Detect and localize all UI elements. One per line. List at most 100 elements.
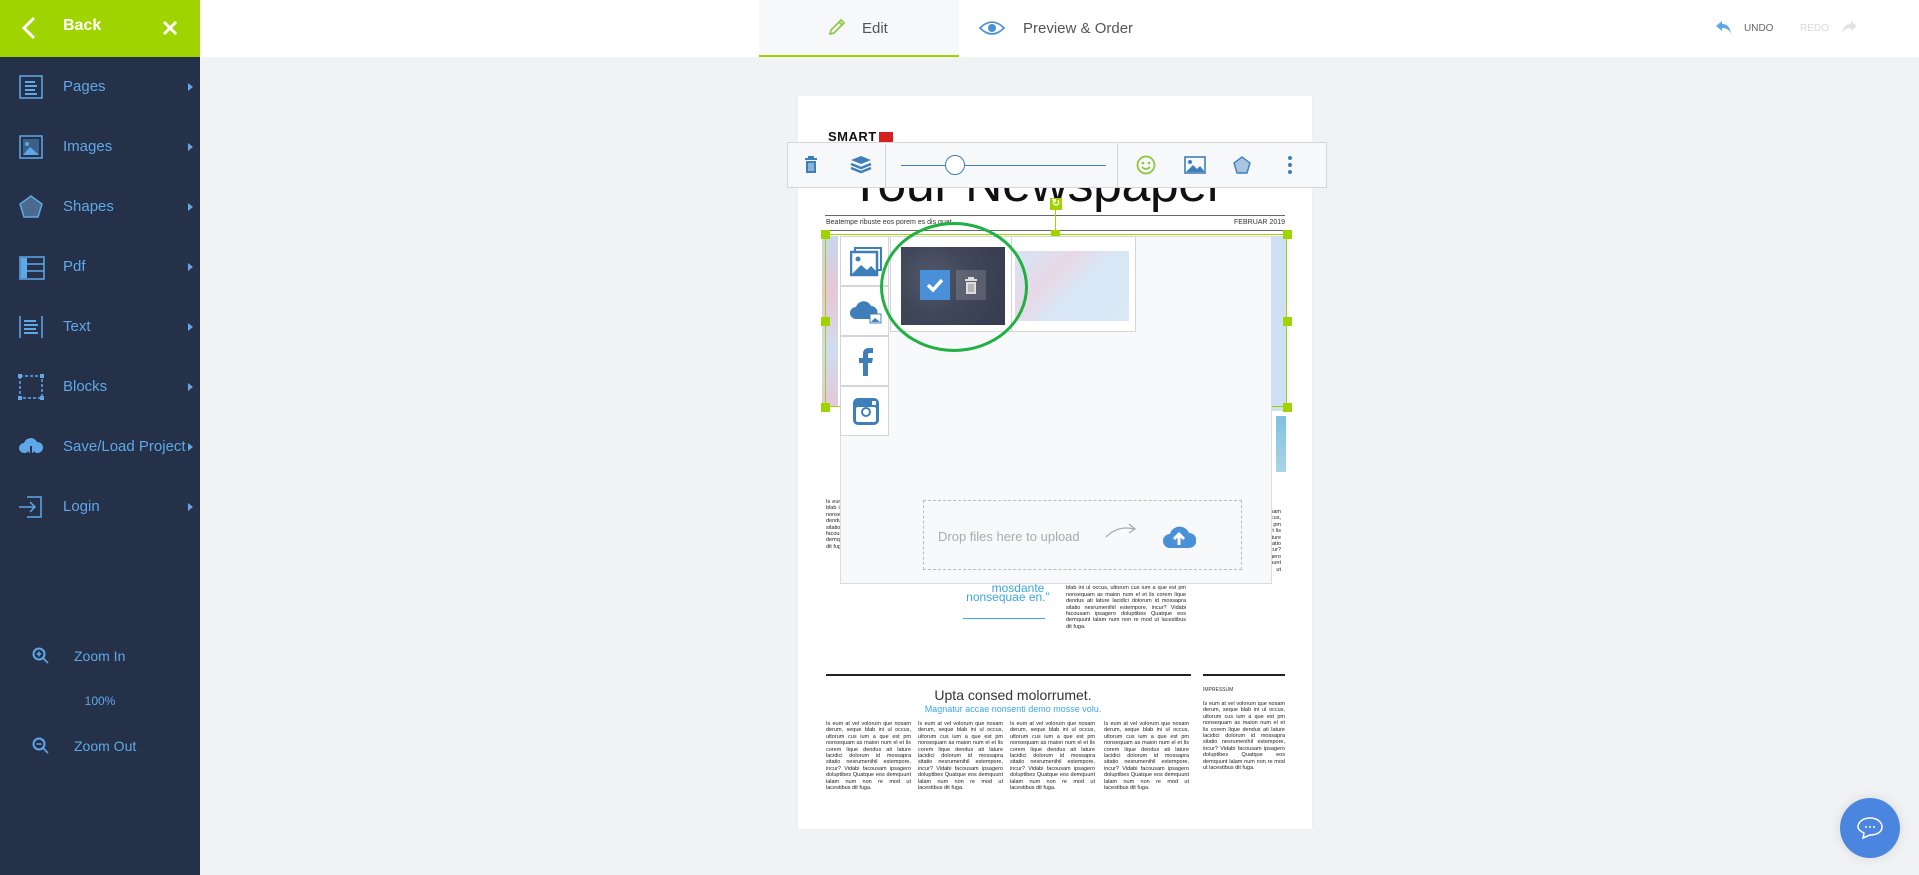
kebab-menu-icon	[1288, 156, 1292, 174]
resize-handle-e[interactable]	[1283, 317, 1292, 326]
zoom-in-label: Zoom In	[74, 648, 126, 664]
thumbnail-overlay	[901, 247, 1005, 325]
rotate-handle[interactable]: ↻	[1050, 198, 1062, 210]
blocks-icon	[18, 374, 44, 400]
facebook-source-tab[interactable]	[840, 336, 889, 386]
thumbnail-divider	[1011, 237, 1012, 331]
image-icon	[1184, 156, 1206, 174]
undo-icon	[1716, 21, 1731, 34]
impressum-title[interactable]: IMPRESSUM	[1203, 687, 1233, 693]
layers-icon	[850, 156, 872, 174]
size-slider-track[interactable]	[901, 165, 1106, 166]
resize-handle-w[interactable]	[821, 317, 830, 326]
section-rule	[826, 674, 1191, 676]
article-column[interactable]: Is eum at vel volorum que nosam derum, s…	[826, 721, 911, 791]
select-image-button[interactable]	[920, 270, 950, 300]
section-subtitle[interactable]: Magnatur accae nonsenti demo mosse volu.	[828, 704, 1198, 714]
layers-button[interactable]	[836, 143, 884, 187]
sidebar-item-blocks[interactable]: Blocks	[0, 363, 200, 411]
tab-label: Preview & Order	[1023, 20, 1134, 37]
cloud-image-icon	[850, 301, 882, 324]
zoom-in-icon	[32, 647, 49, 664]
caret-right-icon	[188, 503, 193, 511]
sidebar-item-label: Shapes	[63, 198, 114, 215]
login-icon	[19, 496, 42, 518]
instagram-source-tab[interactable]	[840, 386, 889, 436]
tab-preview-order[interactable]: Preview & Order	[959, 0, 1159, 57]
rotate-connector	[1055, 210, 1056, 234]
more-options-button[interactable]	[1266, 143, 1314, 187]
caret-right-icon	[188, 203, 193, 211]
close-icon[interactable]	[160, 18, 180, 38]
zoom-out-button[interactable]: Zoom Out	[0, 731, 200, 761]
newspaper-date[interactable]: FEBRUAR 2019	[1234, 219, 1285, 226]
gallery-source-tab[interactable]	[840, 236, 889, 286]
emoji-button[interactable]	[1122, 143, 1170, 187]
pages-icon	[19, 75, 43, 99]
sidebar-item-login[interactable]: Login	[0, 483, 200, 531]
size-slider-thumb[interactable]	[945, 155, 965, 175]
caret-right-icon	[188, 323, 193, 331]
sidebar-item-save-load-project[interactable]: Save/Load Project	[0, 423, 200, 471]
back-button[interactable]: Back	[0, 0, 200, 57]
tab-edit[interactable]: Edit	[759, 0, 959, 57]
impressum-text[interactable]: Is eum at vel volorum que nosam derum, s…	[1203, 701, 1285, 787]
pdf-icon	[19, 256, 45, 280]
zoom-level: 100%	[84, 694, 116, 708]
undo-label: UNDO	[1744, 23, 1774, 34]
caret-right-icon	[188, 383, 193, 391]
pull-quote-line2[interactable]: nonsequae en."	[958, 589, 1058, 605]
upload-source-tab[interactable]	[840, 286, 889, 336]
resize-handle-se[interactable]	[1283, 403, 1292, 412]
article-column[interactable]: Is eum at vel volorum que nosam derum, s…	[918, 721, 1003, 791]
thumbnail-cherry-blossom-dark[interactable]	[901, 247, 1005, 325]
resize-handle-sw[interactable]	[821, 403, 830, 412]
element-toolbar	[787, 142, 1327, 188]
facebook-icon	[859, 348, 873, 376]
sidebar-item-label: Images	[63, 138, 113, 155]
text-icon	[19, 316, 43, 338]
cloud-upload-icon	[1163, 526, 1196, 548]
shape-button[interactable]	[1218, 143, 1266, 187]
toolbar-divider	[885, 143, 886, 187]
sidebar-item-shapes[interactable]: Shapes	[0, 183, 200, 231]
sidebar-item-label: Save/Load Project	[63, 438, 186, 455]
gallery-icon	[850, 247, 882, 277]
sidebar-item-pdf[interactable]: Pdf	[0, 243, 200, 291]
article-column[interactable]: Is eum at vel volorum que nosam derum, s…	[1066, 579, 1186, 635]
sidebar-item-label: Pages	[63, 78, 106, 95]
section-rule	[1203, 674, 1285, 676]
zoom-out-icon	[32, 737, 49, 754]
sidebar-item-label: Login	[63, 498, 100, 515]
image-source-tabs	[840, 236, 889, 436]
newspaper-subtitle[interactable]: Beatempe ribuste eos porem es dis quat	[826, 219, 952, 226]
image-thumbnails	[890, 236, 1136, 332]
top-header: Edit Preview & Order UNDO REDO	[200, 0, 1919, 57]
zoom-out-label: Zoom Out	[74, 738, 137, 754]
thumbnail-pink-blossom-light[interactable]	[1015, 251, 1129, 321]
sidebar-item-images[interactable]: Images	[0, 123, 200, 171]
section-title[interactable]: Upta consed molorrumet.	[828, 687, 1198, 703]
tab-label: Edit	[862, 20, 888, 37]
delete-button[interactable]	[788, 143, 836, 187]
sidebar-item-label: Pdf	[63, 258, 86, 275]
redo-label: REDO	[1800, 23, 1829, 34]
toolbar-divider	[1117, 143, 1118, 187]
curved-arrow-icon	[1105, 523, 1137, 538]
image-button[interactable]	[1170, 143, 1218, 187]
resize-handle-ne[interactable]	[1283, 230, 1292, 239]
caret-right-icon	[188, 143, 193, 151]
delete-image-button[interactable]	[956, 270, 986, 300]
article-column[interactable]: Is eum at vel volorum que nosam derum, s…	[1010, 721, 1095, 791]
instagram-icon	[853, 398, 879, 425]
trash-icon	[805, 156, 817, 173]
upload-dropzone[interactable]: Drop files here to upload	[923, 500, 1242, 570]
side-image[interactable]	[1276, 416, 1286, 472]
sidebar-item-text[interactable]: Text	[0, 303, 200, 351]
resize-handle-nw[interactable]	[821, 230, 830, 239]
sidebar-item-pages[interactable]: Pages	[0, 63, 200, 111]
chat-button[interactable]	[1840, 798, 1900, 858]
zoom-in-button[interactable]: Zoom In	[0, 641, 200, 671]
cloud-download-icon	[19, 438, 44, 458]
article-column[interactable]: Is eum at vel volorum que nosam derum, s…	[1104, 721, 1189, 791]
